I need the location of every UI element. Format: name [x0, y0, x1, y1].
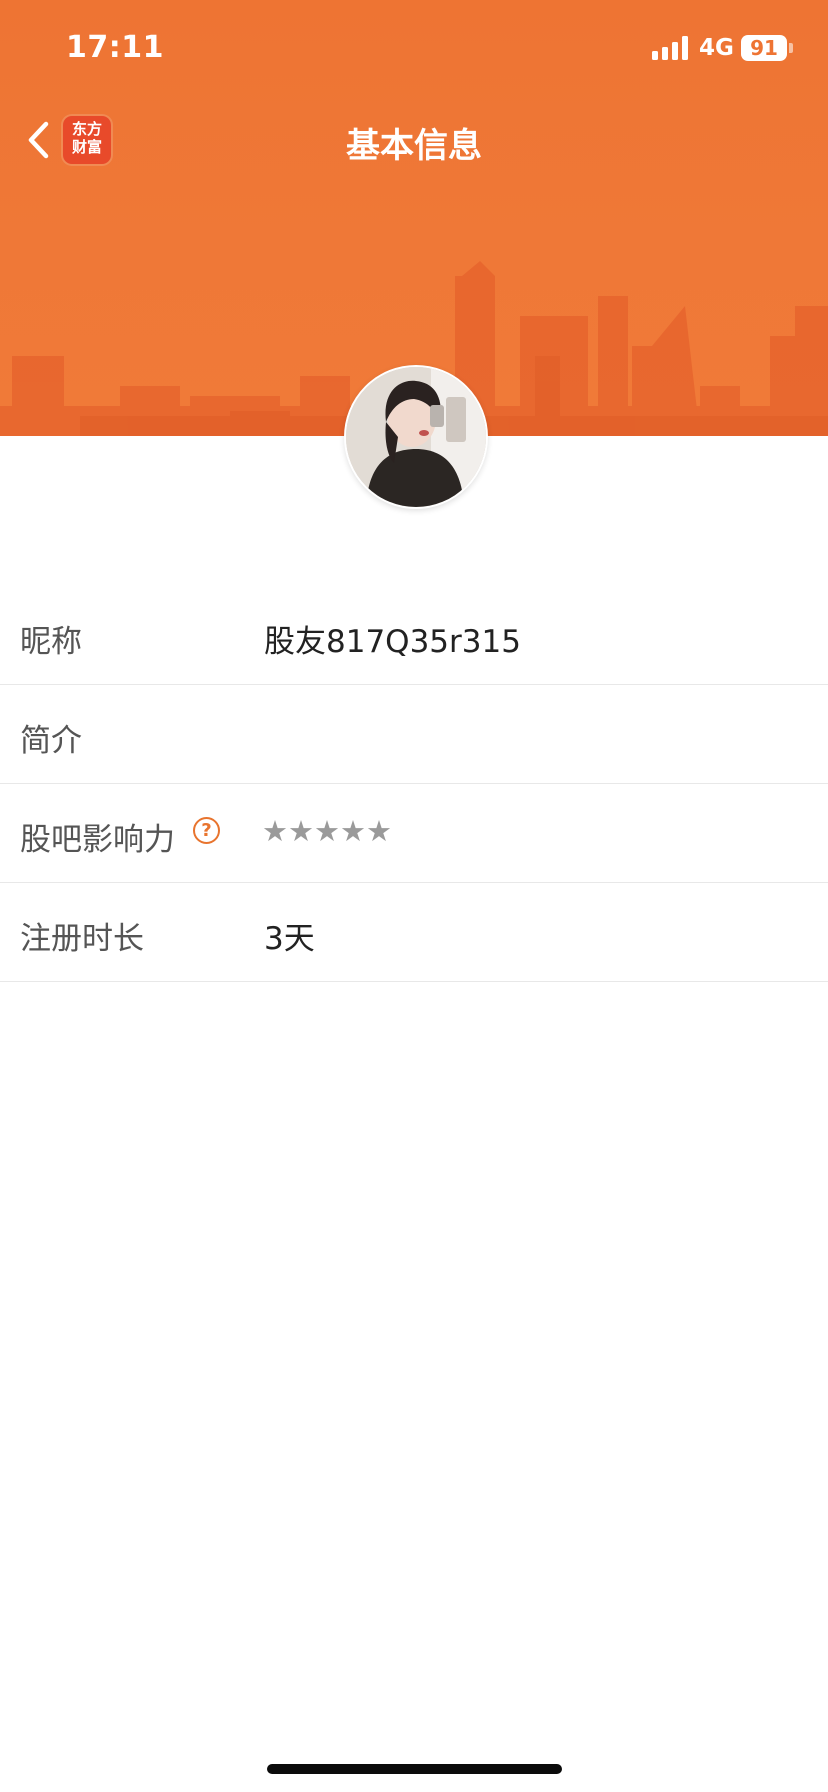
user-avatar-photo [346, 367, 486, 507]
nickname-value: 股友817Q35r315 [264, 624, 521, 660]
nickname-label: 昵称 [20, 624, 82, 660]
status-time: 17:11 [66, 30, 164, 65]
profile-info-screen: 17:11 4G 91 东方 财富 基本信息 昵称 股友817Q35r315 简… [0, 0, 828, 1792]
registration-duration-label: 注册时长 [20, 921, 144, 957]
question-circle-icon[interactable]: ? [193, 817, 220, 844]
info-row-bio[interactable]: 简介 [0, 685, 828, 784]
info-row-influence: 股吧影响力 ? ★★★★★ [0, 784, 828, 883]
influence-star-rating: ★★★★★ [262, 814, 392, 848]
network-type: 4G [699, 35, 734, 61]
cellular-signal-icon [652, 36, 688, 60]
influence-label: 股吧影响力 [20, 822, 175, 858]
battery-level: 91 [750, 36, 778, 60]
battery-icon: 91 [741, 35, 787, 61]
registration-duration-value: 3天 [264, 921, 315, 957]
info-row-registration: 注册时长 3天 [0, 883, 828, 982]
info-row-nickname[interactable]: 昵称 股友817Q35r315 [0, 586, 828, 685]
avatar[interactable] [344, 365, 488, 509]
bio-label: 简介 [20, 723, 82, 759]
page-title: 基本信息 [346, 126, 482, 166]
home-indicator[interactable] [267, 1764, 562, 1774]
battery-cap [789, 43, 793, 53]
info-list: 昵称 股友817Q35r315 简介 股吧影响力 ? ★★★★★ 注册时长 3天 [0, 586, 828, 982]
